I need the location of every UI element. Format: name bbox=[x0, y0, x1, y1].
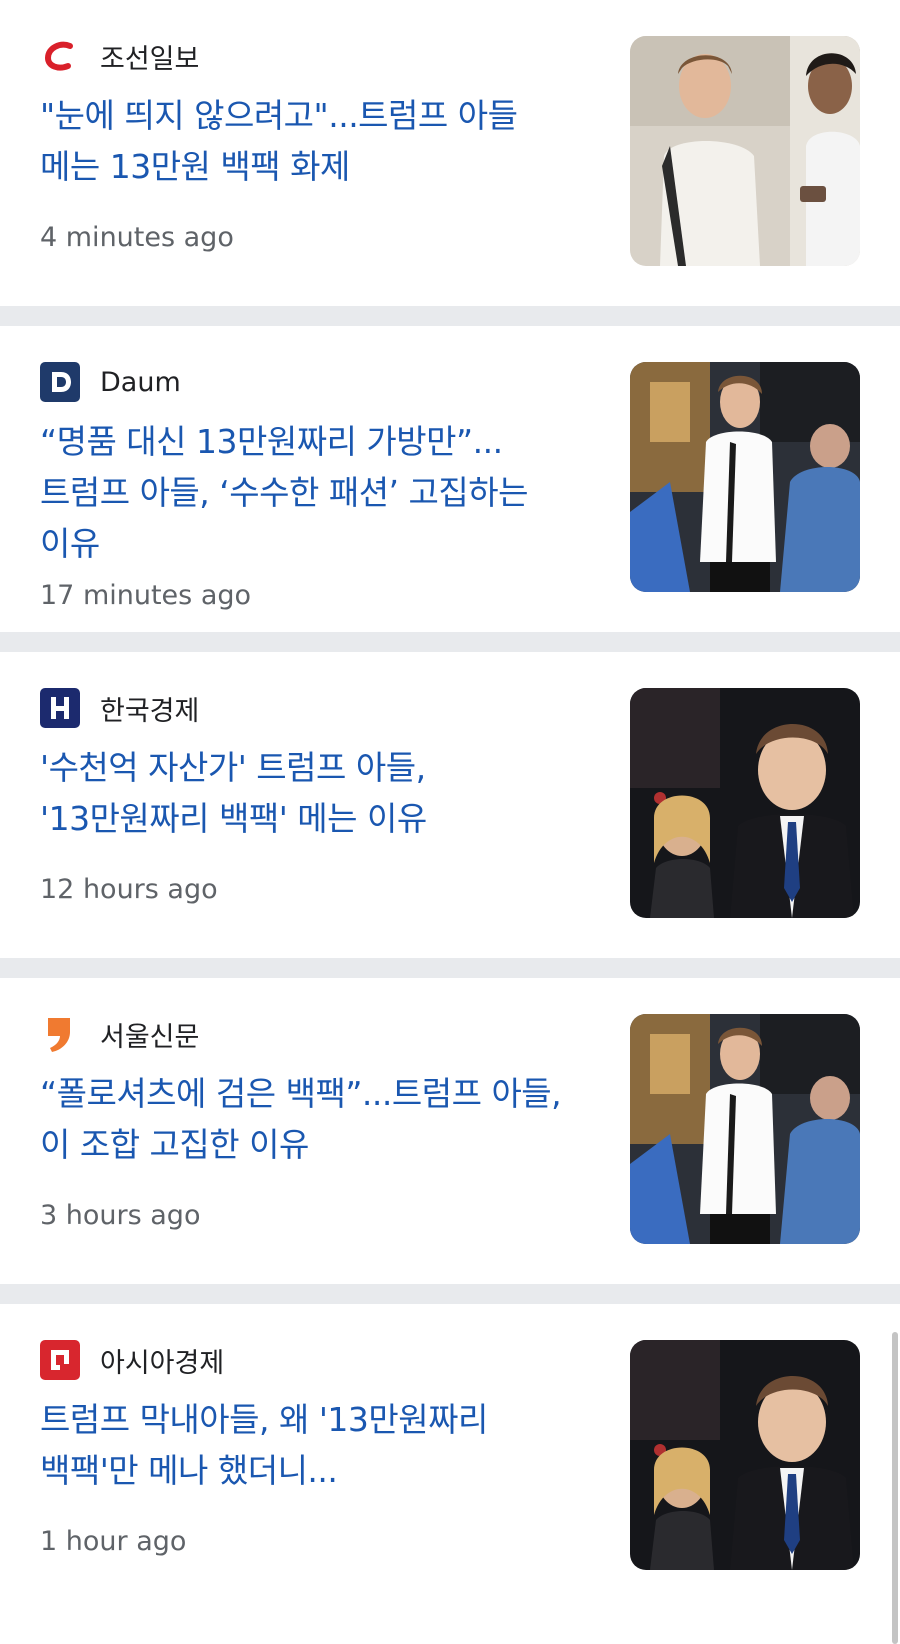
source-row: 아시아경제 bbox=[40, 1340, 224, 1380]
source-row: 한국경제 bbox=[40, 688, 199, 728]
news-card[interactable]: 서울신문 “폴로셔츠에 검은 백팩”...트럼프 아들, 이 조합 고집한 이유… bbox=[0, 978, 900, 1284]
card-divider bbox=[0, 958, 900, 978]
source-row: Daum bbox=[40, 362, 181, 402]
news-card[interactable]: 아시아경제 트럼프 막내아들, 왜 '13만원짜리 백팩'만 메나 했더니...… bbox=[0, 1304, 900, 1610]
seoul-comma-icon bbox=[40, 1014, 80, 1054]
timestamp: 12 hours ago bbox=[40, 874, 218, 905]
young-man-with-backpack-photo[interactable] bbox=[630, 36, 860, 266]
news-card[interactable]: 조선일보 "눈에 띄지 않으려고"...트럼프 아들 메는 13만원 백팩 화제… bbox=[0, 0, 900, 306]
young-man-white-shirt-photo[interactable] bbox=[630, 1014, 860, 1244]
headline-link[interactable]: '수천억 자산가' 트럼프 아들, '13만원짜리 백팩' 메는 이유 bbox=[40, 742, 580, 844]
source-row: 서울신문 bbox=[40, 1014, 199, 1054]
source-row: 조선일보 bbox=[40, 36, 199, 76]
source-name: Daum bbox=[100, 366, 181, 398]
card-divider bbox=[0, 1284, 900, 1304]
chosun-swoosh-icon bbox=[40, 36, 80, 76]
card-divider bbox=[0, 306, 900, 326]
source-name: 아시아경제 bbox=[100, 1347, 225, 1379]
hankyung-h-icon bbox=[40, 688, 80, 728]
headline-link[interactable]: “폴로셔츠에 검은 백팩”...트럼프 아들, 이 조합 고집한 이유 bbox=[40, 1068, 580, 1170]
timestamp: 3 hours ago bbox=[40, 1200, 201, 1231]
card-divider bbox=[0, 632, 900, 652]
scrollbar[interactable] bbox=[892, 1332, 898, 1644]
young-man-suit-photo[interactable] bbox=[630, 1340, 860, 1570]
news-card[interactable]: 한국경제 '수천억 자산가' 트럼프 아들, '13만원짜리 백팩' 메는 이유… bbox=[0, 652, 900, 958]
timestamp: 4 minutes ago bbox=[40, 222, 234, 253]
asiae-square-icon bbox=[40, 1340, 80, 1380]
source-name: 조선일보 bbox=[100, 43, 200, 75]
headline-link[interactable]: 트럼프 막내아들, 왜 '13만원짜리 백팩'만 메나 했더니... bbox=[40, 1394, 580, 1496]
timestamp: 1 hour ago bbox=[40, 1526, 187, 1557]
young-man-suit-photo[interactable] bbox=[630, 688, 860, 918]
daum-d-icon bbox=[40, 362, 80, 402]
headline-link[interactable]: “명품 대신 13만원짜리 가방만”...트럼프 아들, ‘수수한 패션’ 고집… bbox=[40, 416, 580, 569]
timestamp: 17 minutes ago bbox=[40, 580, 252, 611]
headline-link[interactable]: "눈에 띄지 않으려고"...트럼프 아들 메는 13만원 백팩 화제 bbox=[40, 90, 580, 192]
source-name: 한국경제 bbox=[100, 695, 200, 727]
source-name: 서울신문 bbox=[100, 1021, 200, 1053]
young-man-white-shirt-photo[interactable] bbox=[630, 362, 860, 592]
news-card[interactable]: Daum “명품 대신 13만원짜리 가방만”...트럼프 아들, ‘수수한 패… bbox=[0, 326, 900, 632]
